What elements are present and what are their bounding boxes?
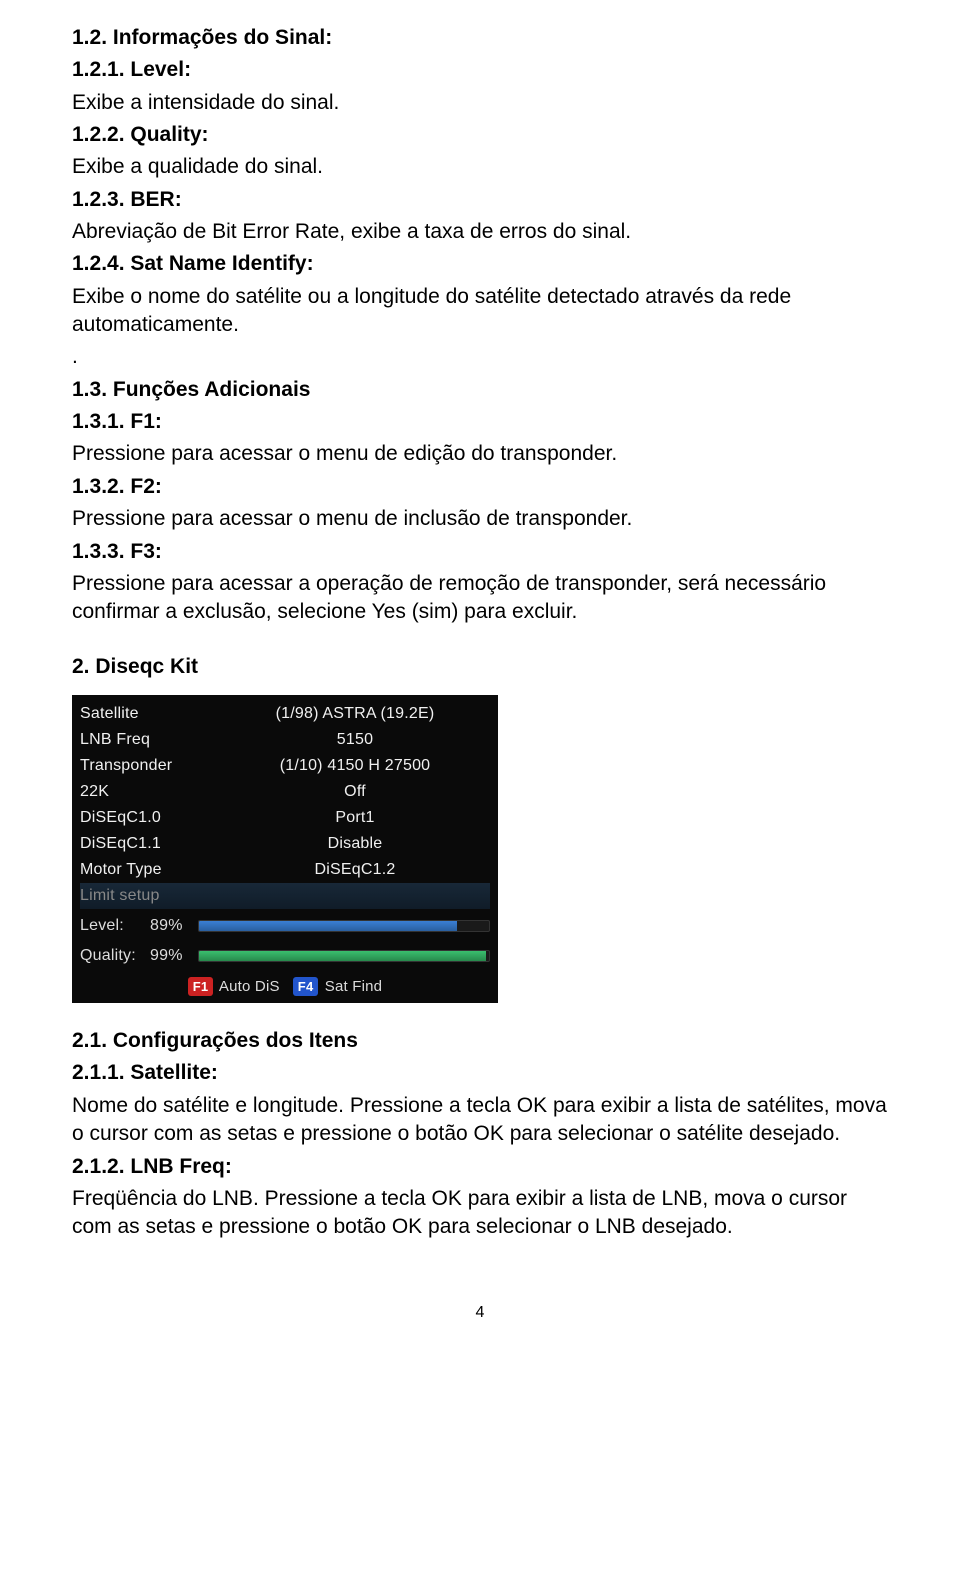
osd-value: DiSEqC1.2: [220, 859, 490, 881]
osd-quality-row: Quality: 99%: [80, 943, 490, 969]
heading-1-3-3: 1.3.3. F3:: [72, 538, 888, 566]
text-2-1-1: Nome do satélite e longitude. Pressione …: [72, 1092, 888, 1149]
osd-row-motor-type: Motor Type DiSEqC1.2: [80, 857, 490, 883]
osd-row-lnb-freq: LNB Freq 5150: [80, 727, 490, 753]
heading-1-2-3: 1.2.3. BER:: [72, 186, 888, 214]
heading-1-3-1: 1.3.1. F1:: [72, 408, 888, 436]
heading-1-2: 1.2. Informações do Sinal:: [72, 24, 888, 52]
osd-row-diseqc11: DiSEqC1.1 Disable: [80, 831, 490, 857]
osd-value: Off: [220, 781, 490, 803]
osd-label: Transponder: [80, 755, 220, 777]
osd-label: Motor Type: [80, 859, 220, 881]
heading-2-1-1: 2.1.1. Satellite:: [72, 1059, 888, 1087]
osd-footer: F1 Auto DiS F4 Sat Find: [80, 977, 490, 997]
text-1-3-3: Pressione para acessar a operação de rem…: [72, 570, 888, 627]
osd-value: 5150: [220, 729, 490, 751]
text-1-2-4: Exibe o nome do satélite ou a longitude …: [72, 283, 888, 340]
osd-value: (1/98) ASTRA (19.2E): [220, 703, 490, 725]
lone-dot: .: [72, 343, 888, 371]
heading-1-3: 1.3. Funções Adicionais: [72, 376, 888, 404]
osd-label: Limit setup: [80, 885, 220, 907]
osd-label: LNB Freq: [80, 729, 220, 751]
osd-row-limit-setup: Limit setup: [80, 883, 490, 909]
osd-label: DiSEqC1.1: [80, 833, 220, 855]
osd-label: Satellite: [80, 703, 220, 725]
text-1-2-1: Exibe a intensidade do sinal.: [72, 89, 888, 117]
osd-row-satellite: Satellite (1/98) ASTRA (19.2E): [80, 701, 490, 727]
osd-label: 22K: [80, 781, 220, 803]
osd-row-diseqc10: DiSEqC1.0 Port1: [80, 805, 490, 831]
osd-value: (1/10) 4150 H 27500: [220, 755, 490, 777]
page-number: 4: [72, 1302, 888, 1324]
osd-quality-bar: [198, 950, 490, 962]
heading-1-2-2: 1.2.2. Quality:: [72, 121, 888, 149]
text-1-3-1: Pressione para acessar o menu de edição …: [72, 440, 888, 468]
osd-level-bar: [198, 920, 490, 932]
text-1-2-2: Exibe a qualidade do sinal.: [72, 153, 888, 181]
osd-row-22k: 22K Off: [80, 779, 490, 805]
heading-1-3-2: 1.3.2. F2:: [72, 473, 888, 501]
heading-2: 2. Diseqc Kit: [72, 653, 888, 681]
heading-2-1: 2.1. Configurações dos Itens: [72, 1027, 888, 1055]
osd-level-label: Level:: [80, 915, 150, 937]
osd-level-bar-fill: [199, 921, 457, 931]
osd-quality-label: Quality:: [80, 945, 150, 967]
text-1-3-2: Pressione para acessar o menu de inclusã…: [72, 505, 888, 533]
f4-key-icon: F4: [293, 977, 319, 997]
osd-value: Disable: [220, 833, 490, 855]
text-2-1-2: Freqüência do LNB. Pressione a tecla OK …: [72, 1185, 888, 1242]
heading-1-2-1: 1.2.1. Level:: [72, 56, 888, 84]
osd-panel: Satellite (1/98) ASTRA (19.2E) LNB Freq …: [72, 695, 498, 1003]
osd-value: Port1: [220, 807, 490, 829]
osd-quality-percent: 99%: [150, 945, 198, 967]
heading-1-2-4: 1.2.4. Sat Name Identify:: [72, 250, 888, 278]
osd-level-row: Level: 89%: [80, 913, 490, 939]
osd-level-percent: 89%: [150, 915, 198, 937]
f4-key-label: Sat Find: [325, 978, 382, 995]
heading-2-1-2: 2.1.2. LNB Freq:: [72, 1153, 888, 1181]
f1-key-label: Auto DiS: [219, 978, 280, 995]
text-1-2-3: Abreviação de Bit Error Rate, exibe a ta…: [72, 218, 888, 246]
f1-key-icon: F1: [188, 977, 214, 997]
osd-quality-bar-fill: [199, 951, 486, 961]
osd-label: DiSEqC1.0: [80, 807, 220, 829]
osd-row-transponder: Transponder (1/10) 4150 H 27500: [80, 753, 490, 779]
